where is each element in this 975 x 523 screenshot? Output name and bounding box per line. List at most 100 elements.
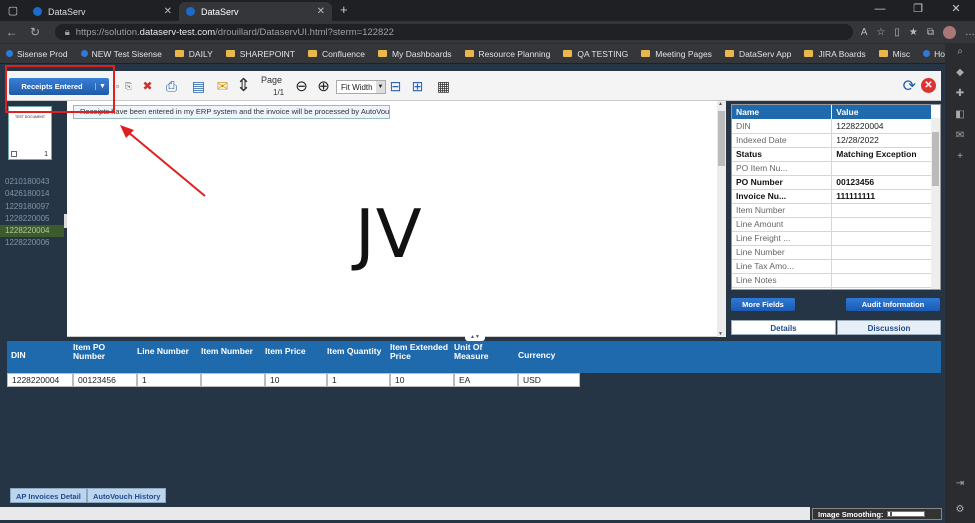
zoom-select[interactable]: Fit Width ▼ <box>336 80 386 94</box>
favorites-icon[interactable]: ★ <box>909 27 918 38</box>
bookmark-item[interactable]: Sisense Prod <box>6 49 68 59</box>
field-row[interactable]: Invoice Nu... 111111111 <box>732 189 932 204</box>
minimize-icon[interactable]: — <box>861 0 899 19</box>
field-row[interactable]: Line Tax Amo... <box>732 259 932 274</box>
reload-icon[interactable]: ↻ <box>23 25 46 39</box>
refresh-icon[interactable]: ⟳ <box>903 76 916 96</box>
read-aloud-icon[interactable]: A <box>861 27 868 38</box>
bookmark-item[interactable]: Misc <box>878 49 910 59</box>
field-value[interactable] <box>831 161 932 176</box>
shopping-icon[interactable]: ◆ <box>956 67 964 78</box>
fields-scrollbar[interactable] <box>931 118 940 289</box>
field-value[interactable] <box>831 287 932 289</box>
fit-height-icon[interactable]: ⊟ <box>387 76 404 96</box>
close-document-icon[interactable]: ✕ <box>921 78 936 93</box>
bookmark-item[interactable]: Resource Planning <box>464 49 550 59</box>
din-list-item[interactable]: 0210180043 <box>0 176 64 188</box>
thumbnail-checkbox[interactable] <box>11 151 17 157</box>
add-icon[interactable]: + <box>957 151 963 162</box>
din-list-item[interactable]: 1228220004 <box>0 225 64 238</box>
field-row[interactable]: Line Qu... <box>732 287 932 289</box>
settings-icon[interactable]: ⚙ <box>956 504 965 515</box>
zoom-out-icon[interactable]: ⊖ <box>293 76 310 96</box>
download-icon[interactable]: ▤ <box>190 76 207 96</box>
field-value[interactable] <box>831 231 932 246</box>
field-value[interactable] <box>831 245 932 260</box>
field-row[interactable]: Line Freight ... <box>732 231 932 246</box>
tab-autovouch-history[interactable]: AutoVouch History <box>87 488 167 503</box>
close-tab-icon[interactable]: ✕ <box>317 6 325 17</box>
din-list-item[interactable]: 1228220005 <box>0 213 64 225</box>
slider-handle[interactable] <box>890 512 893 516</box>
bookmark-item[interactable]: DataServ App <box>724 49 791 59</box>
field-value[interactable] <box>831 259 932 274</box>
column-header[interactable]: Unit Of Measure <box>454 343 518 361</box>
back-icon[interactable]: ← <box>0 25 23 39</box>
field-row[interactable]: PO Item Nu... <box>732 161 932 176</box>
print-icon[interactable]: ⎙ <box>163 76 180 96</box>
field-row[interactable]: Line Amount <box>732 217 932 232</box>
rotate-page-icon[interactable]: ⎘ <box>120 76 137 96</box>
bookmark-item[interactable]: Home <box>923 49 945 59</box>
field-row[interactable]: Status Matching Exception <box>732 147 932 162</box>
image-smoothing-slider[interactable] <box>887 511 926 517</box>
field-value[interactable]: Matching Exception <box>831 147 932 162</box>
field-value[interactable]: 1228220004 <box>831 119 932 134</box>
zoom-in-icon[interactable]: ⊕ <box>315 76 332 96</box>
column-header[interactable]: Item Price <box>265 347 327 356</box>
page-navigate-icon[interactable]: ⇕ <box>235 75 252 95</box>
scrollbar-thumb[interactable] <box>718 111 725 166</box>
field-row[interactable]: Line Notes <box>732 273 932 288</box>
bookmark-item[interactable]: Confluence <box>308 49 365 59</box>
column-header[interactable]: Line Number <box>137 347 201 356</box>
field-row[interactable]: PO Number 00123456 <box>732 175 932 190</box>
din-list-item[interactable]: 0426180014 <box>0 188 64 200</box>
browser-tab-2[interactable]: DataServ ✕ <box>179 2 332 21</box>
collections-icon[interactable]: ⧉ <box>927 27 934 38</box>
page-thumbnail[interactable]: TEST DOCUMENT 1 <box>8 106 52 160</box>
pane-splitter-handle[interactable]: ▲▼ <box>465 334 485 341</box>
field-row[interactable]: Item Number <box>732 203 932 218</box>
tab-discussion[interactable]: Discussion <box>837 320 941 335</box>
fit-page-icon[interactable]: ⊞ <box>409 76 426 96</box>
din-list-item[interactable]: 1228220006 <box>0 237 64 249</box>
field-row[interactable]: DIN 1228220004 <box>732 119 932 134</box>
close-tab-icon[interactable]: ✕ <box>164 6 172 17</box>
scrollbar-thumb[interactable] <box>932 132 939 186</box>
url-field[interactable]: 🔒︎ https://solution. dataserv-test.com/dr… <box>54 24 853 40</box>
column-header[interactable]: Item PO Number <box>73 343 137 361</box>
split-view-icon[interactable]: ▦ <box>435 76 452 96</box>
field-row[interactable]: Line Number <box>732 245 932 260</box>
column-header[interactable]: Item Quantity <box>327 347 390 356</box>
tools-icon[interactable]: ✚ <box>956 88 964 99</box>
more-menu-icon[interactable]: … <box>965 27 975 38</box>
office-icon[interactable]: ◧ <box>955 109 964 120</box>
bookmark-item[interactable]: DAILY <box>174 49 213 59</box>
tab-details[interactable]: Details <box>731 320 836 335</box>
close-window-icon[interactable]: ✕ <box>937 0 975 19</box>
delete-page-icon[interactable]: ✖ <box>139 76 156 96</box>
scroll-up-icon[interactable]: ▲ <box>718 101 723 107</box>
column-header[interactable]: Item Number <box>201 347 265 356</box>
outlook-icon[interactable]: ✉ <box>956 130 964 141</box>
bookmark-item[interactable]: My Dashboards <box>378 49 452 59</box>
field-value[interactable]: 111111111 <box>831 189 932 204</box>
bookmark-item[interactable]: JIRA Boards <box>804 49 866 59</box>
restore-icon[interactable]: ❐ <box>899 0 937 19</box>
field-value[interactable]: 00123456 <box>831 175 932 190</box>
browser-tab-1[interactable]: DataServ ✕ <box>26 2 179 21</box>
sidebar-toggle-icon[interactable]: ⇥ <box>956 478 964 489</box>
scroll-down-icon[interactable]: ▼ <box>718 331 723 337</box>
bookmark-item[interactable]: Meeting Pages <box>641 49 712 59</box>
field-value[interactable] <box>831 203 932 218</box>
field-value[interactable]: 12/28/2022 <box>831 133 932 148</box>
tab-ap-invoices-detail[interactable]: AP Invoices Detail <box>10 488 87 503</box>
table-row[interactable]: 1228220004 00123456 1 10 1 10 EA USD <box>7 373 580 387</box>
email-icon[interactable]: ✉ <box>214 76 231 96</box>
field-value[interactable] <box>831 217 932 232</box>
bookmark-item[interactable]: QA TESTING <box>563 49 628 59</box>
bookmark-item[interactable]: NEW Test Sisense <box>80 49 162 59</box>
new-tab-icon[interactable]: + <box>332 0 356 21</box>
field-value[interactable] <box>831 273 932 288</box>
column-header[interactable]: Currency <box>518 351 580 360</box>
